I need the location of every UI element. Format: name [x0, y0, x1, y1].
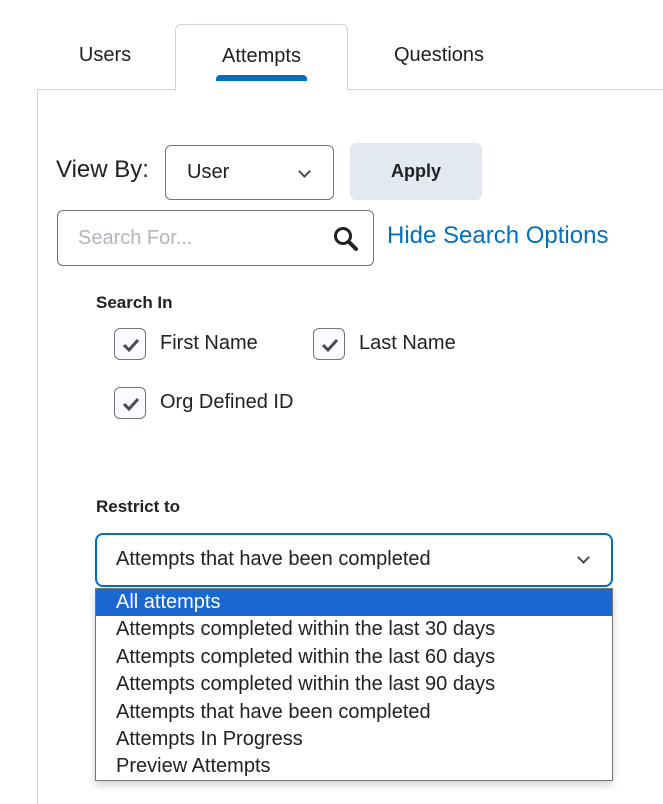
checkmark-icon: [321, 338, 339, 353]
apply-button[interactable]: Apply: [350, 143, 482, 200]
dropdown-option[interactable]: Attempts that have been completed: [96, 699, 612, 726]
panel-border: [37, 89, 38, 804]
view-by-label: View By:: [56, 156, 149, 183]
search-in-label: Search In: [96, 293, 173, 312]
search-icon[interactable]: [333, 226, 359, 252]
org-defined-id-checkbox[interactable]: [114, 387, 146, 419]
tab-label: Attempts: [222, 45, 301, 67]
hide-search-options-link[interactable]: Hide Search Options: [387, 222, 608, 250]
restrict-to-dropdown-list: All attempts Attempts completed within t…: [95, 588, 613, 781]
chevron-down-icon: [298, 165, 311, 178]
tab-bar: Users Attempts Questions: [0, 0, 663, 91]
dropdown-option[interactable]: Attempts completed within the last 60 da…: [96, 644, 612, 671]
first-name-label: First Name: [160, 332, 258, 354]
last-name-label: Last Name: [359, 332, 456, 354]
view-by-select[interactable]: User: [165, 145, 334, 200]
tab-label: Users: [78, 44, 132, 66]
last-name-checkbox[interactable]: [313, 328, 345, 360]
first-name-checkbox[interactable]: [114, 328, 146, 360]
restrict-to-value: Attempts that have been completed: [116, 548, 431, 570]
checkmark-icon: [122, 397, 140, 412]
dropdown-option[interactable]: Preview Attempts: [96, 753, 612, 780]
search-input[interactable]: [59, 212, 319, 264]
restrict-to-label: Restrict to: [96, 497, 181, 516]
active-tab-indicator: [216, 75, 307, 81]
search-field: [57, 210, 374, 266]
chevron-down-icon: [577, 551, 590, 564]
tab-questions[interactable]: Questions: [375, 24, 503, 90]
checkmark-icon: [122, 338, 140, 353]
tab-label: Questions: [393, 44, 485, 66]
view-by-value: User: [187, 161, 230, 183]
tab-attempts[interactable]: Attempts: [175, 24, 348, 91]
tab-users[interactable]: Users: [60, 24, 150, 90]
dropdown-option[interactable]: Attempts completed within the last 90 da…: [96, 671, 612, 698]
dropdown-option[interactable]: Attempts In Progress: [96, 726, 612, 753]
restrict-to-select[interactable]: Attempts that have been completed: [95, 533, 613, 587]
dropdown-option[interactable]: Attempts completed within the last 30 da…: [96, 616, 612, 643]
org-defined-id-label: Org Defined ID: [160, 391, 294, 413]
dropdown-option[interactable]: All attempts: [96, 589, 612, 617]
